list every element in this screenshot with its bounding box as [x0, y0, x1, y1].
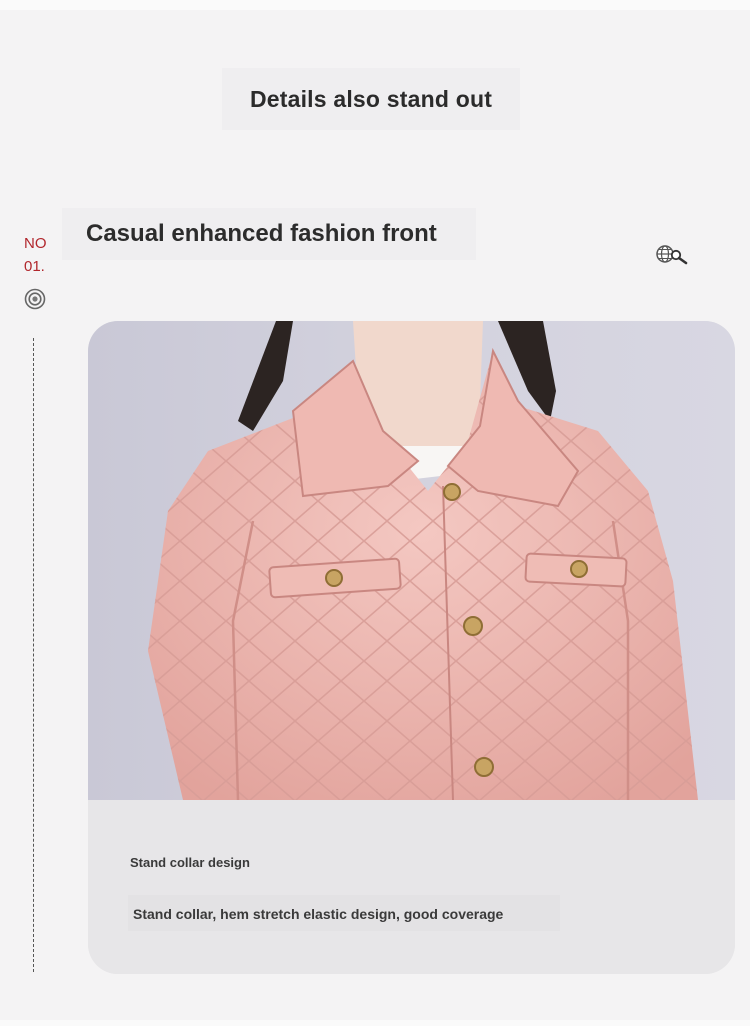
caption-area: Stand collar design Stand collar, hem st… [88, 800, 735, 974]
top-band [0, 0, 750, 10]
bottom-band [0, 1020, 750, 1026]
product-detail-card: Stand collar design Stand collar, hem st… [88, 321, 735, 974]
section-title: Casual enhanced fashion front [86, 220, 437, 247]
jacket-front-photo [88, 321, 735, 800]
section-number-prefix: NO [24, 235, 47, 252]
page-title: Details also stand out [249, 85, 493, 112]
globe-search-icon [656, 245, 688, 265]
caption-title: Stand collar design [130, 855, 250, 870]
timeline-dashed-line [33, 338, 34, 972]
target-icon [24, 288, 46, 310]
header-box: Details also stand out [222, 68, 520, 130]
section-number: NO 01. [24, 232, 64, 278]
section-number-value: 01. [24, 258, 45, 275]
caption-description: Stand collar, hem stretch elastic design… [133, 906, 504, 922]
